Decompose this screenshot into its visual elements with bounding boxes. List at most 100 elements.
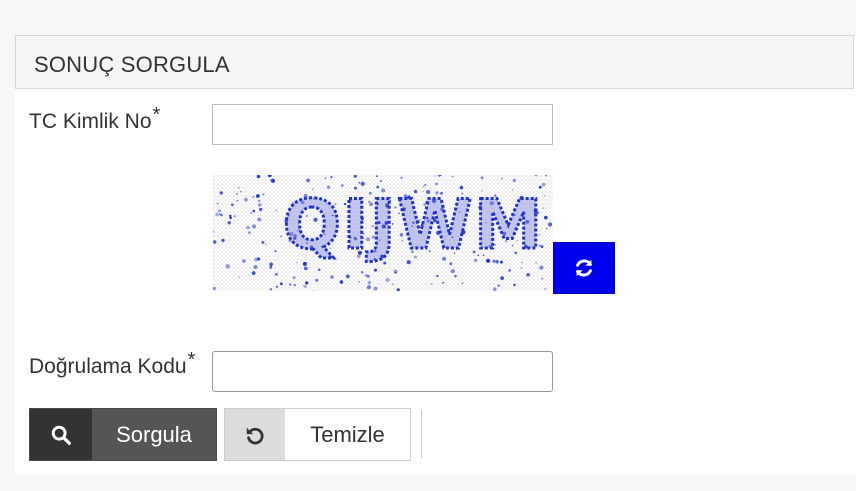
- captcha-noise-speck: [261, 240, 265, 244]
- captcha-noise-speck: [364, 273, 368, 277]
- clear-button[interactable]: Temizle: [224, 408, 411, 461]
- captcha-noise-speck: [339, 280, 344, 284]
- captcha-noise-speck: [373, 286, 378, 291]
- captcha-noise-speck: [217, 209, 222, 213]
- captcha-noise-speck: [270, 178, 275, 183]
- captcha-noise-speck: [500, 276, 504, 280]
- captcha-noise-speck: [520, 267, 522, 269]
- captcha-noise-speck: [493, 287, 497, 291]
- captcha-noise-speck: [385, 277, 390, 283]
- captcha-noise-speck: [248, 231, 251, 234]
- required-mark: *: [152, 104, 161, 126]
- captcha-noise-speck: [391, 283, 394, 286]
- captcha-noise-speck: [221, 238, 225, 243]
- captcha-text-fill: QIJWM: [283, 186, 544, 265]
- captcha-noise-speck: [541, 277, 544, 280]
- captcha-noise-speck: [236, 192, 238, 195]
- captcha-noise-speck: [442, 281, 444, 284]
- captcha-noise-speck: [374, 268, 377, 272]
- captcha-noise-speck: [275, 209, 277, 211]
- captcha-svg: QIJWM QIJWM: [211, 173, 553, 292]
- captcha-noise-speck: [251, 271, 256, 275]
- captcha-noise-speck: [258, 203, 262, 207]
- captcha-noise-speck: [269, 288, 273, 291]
- captcha-noise-speck: [269, 265, 273, 269]
- query-button-label: Sorgula: [116, 421, 192, 447]
- captcha-noise-speck: [512, 178, 516, 183]
- tc-label-text: TC Kimlik No: [29, 110, 152, 133]
- captcha-noise-speck: [306, 178, 310, 183]
- captcha-noise-speck: [257, 199, 261, 203]
- captcha-noise-speck: [330, 176, 333, 179]
- captcha-noise-speck: [230, 203, 234, 207]
- query-button[interactable]: Sorgula: [29, 408, 217, 461]
- captcha-noise-speck: [358, 280, 360, 283]
- captcha-noise-speck: [360, 271, 364, 274]
- captcha-noise-speck: [380, 180, 382, 182]
- refresh-captcha-button[interactable]: [553, 242, 615, 294]
- captcha-noise-speck: [279, 282, 283, 286]
- captcha-noise-speck: [218, 213, 221, 216]
- captcha-noise-speck: [250, 212, 253, 214]
- captcha-noise-speck: [317, 268, 321, 272]
- captcha-noise-speck: [513, 283, 516, 287]
- refresh-icon: [576, 259, 592, 277]
- captcha-noise-speck: [367, 281, 371, 285]
- undo-icon: [246, 427, 264, 444]
- captcha-noise-speck: [269, 178, 271, 180]
- captcha-noise-speck: [305, 281, 309, 285]
- captcha-noise-speck: [236, 199, 238, 202]
- captcha-noise-speck: [238, 276, 240, 278]
- captcha-noise-speck: [400, 176, 403, 179]
- captcha-noise-speck: [544, 215, 548, 220]
- verification-label-text: Doğrulama Kodu: [29, 355, 187, 378]
- captcha-noise-speck: [229, 214, 232, 217]
- captcha-noise-speck: [215, 212, 219, 217]
- query-panel: SONUÇ SORGULA TC Kimlik No* QIJWM QIJWM: [15, 35, 856, 475]
- verification-label: Doğrulama Kodu*: [29, 349, 195, 379]
- captcha-noise-speck: [275, 272, 278, 276]
- captcha-noise-speck: [461, 282, 464, 284]
- captcha-noise-speck: [434, 175, 437, 177]
- captcha-noise-speck: [219, 213, 223, 217]
- captcha-noise-speck: [548, 222, 553, 227]
- tc-label: TC Kimlik No*: [29, 104, 160, 134]
- captcha-noise-speck: [252, 224, 257, 229]
- captcha-noise-speck: [450, 269, 455, 274]
- captcha-noise-speck: [293, 284, 296, 287]
- captcha-noise-speck: [358, 182, 360, 184]
- verification-code-input[interactable]: [212, 351, 553, 392]
- captcha-noise-speck: [259, 207, 263, 212]
- captcha-noise-speck: [289, 283, 292, 286]
- tc-kimlik-input[interactable]: [212, 104, 553, 145]
- captcha-noise-speck: [252, 209, 256, 213]
- captcha-noise-speck: [546, 228, 548, 230]
- captcha-noise-speck: [508, 269, 511, 272]
- captcha-noise-speck: [454, 275, 457, 278]
- captcha-noise-speck: [366, 285, 371, 290]
- captcha-noise-speck: [497, 284, 500, 287]
- captcha-noise-speck: [246, 225, 250, 230]
- captcha-noise-speck: [253, 265, 258, 269]
- captcha-noise-speck: [330, 275, 334, 279]
- captcha-noise-speck: [279, 235, 283, 238]
- captcha-noise-speck: [346, 274, 350, 279]
- captcha-noise-speck: [265, 243, 267, 246]
- search-icon: [51, 425, 71, 445]
- captcha-noise-speck: [544, 288, 547, 291]
- captcha-noise-speck: [304, 285, 307, 288]
- captcha-noise-speck: [435, 182, 438, 186]
- captcha-noise-speck: [274, 250, 277, 253]
- captcha-noise-speck: [257, 257, 261, 261]
- captcha-noise-speck: [276, 285, 278, 288]
- panel-title: SONUÇ SORGULA: [34, 52, 230, 77]
- captcha-noise-speck: [431, 283, 433, 285]
- captcha-noise-speck: [303, 266, 308, 271]
- captcha-noise-speck: [292, 276, 296, 279]
- captcha-noise-speck: [242, 259, 246, 263]
- captcha-noise-speck: [451, 175, 454, 178]
- captcha-noise-speck: [262, 193, 265, 196]
- captcha-noise-speck: [435, 275, 438, 278]
- captcha-noise-speck: [526, 273, 530, 277]
- clear-button-label: Temizle: [310, 421, 385, 447]
